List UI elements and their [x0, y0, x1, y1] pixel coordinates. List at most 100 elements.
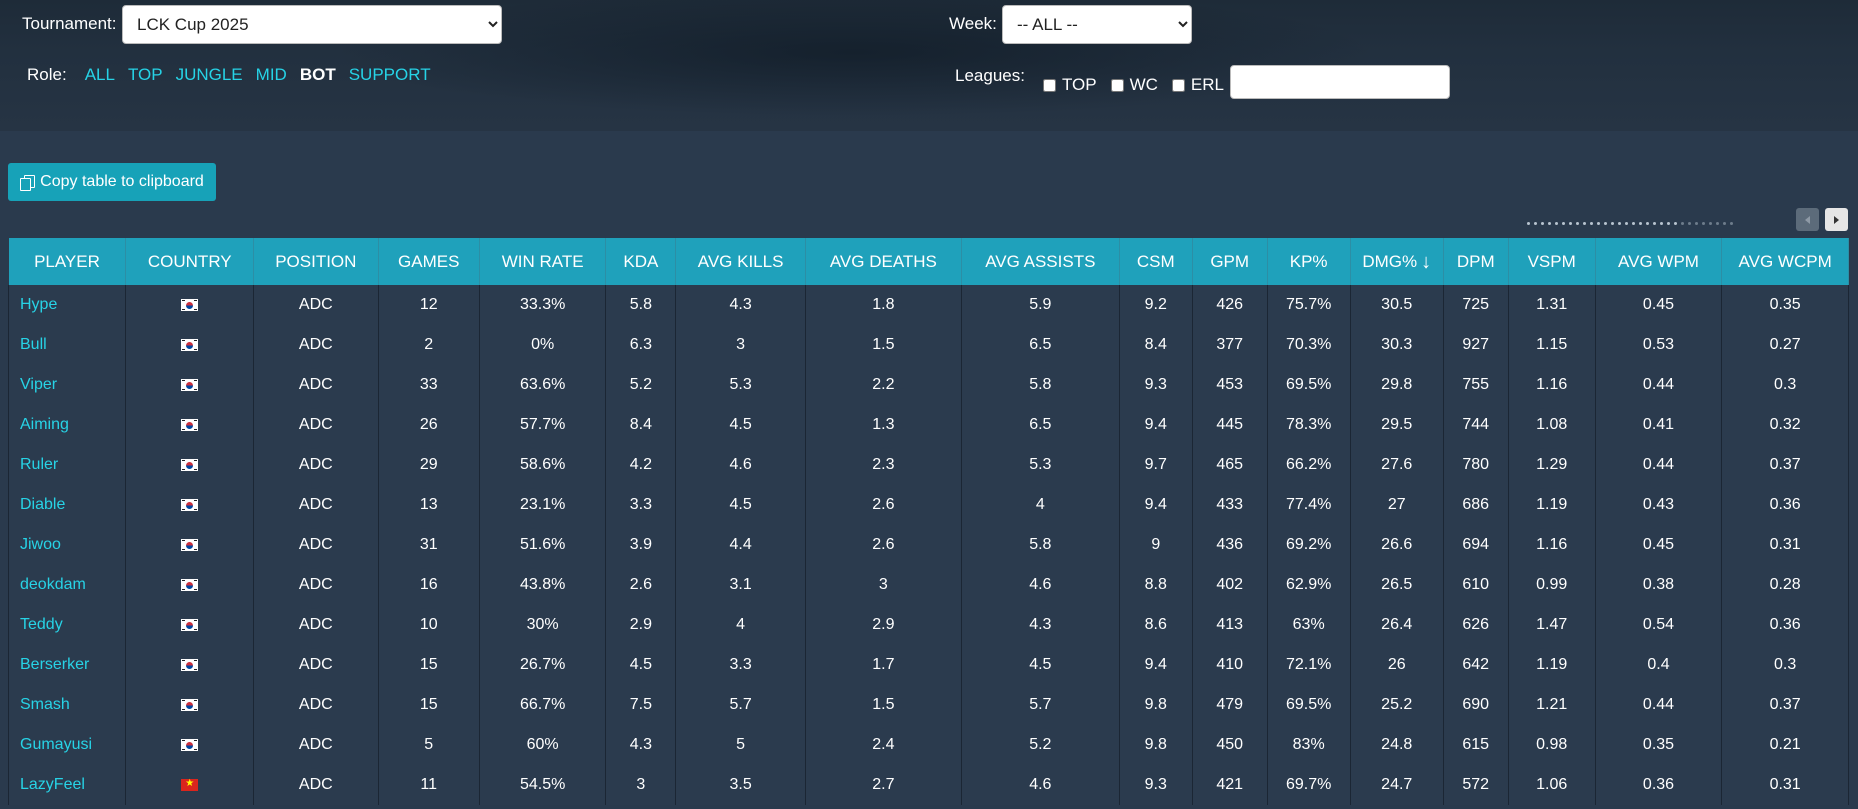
- scroll-left-button[interactable]: [1796, 208, 1819, 231]
- table-cell-avg-deaths: 2.4: [805, 725, 962, 765]
- role-all-link[interactable]: ALL: [85, 65, 115, 85]
- table-cell-gpm: 453: [1192, 365, 1268, 405]
- column-header-label: GPM: [1210, 251, 1250, 271]
- table-cell-position: ADC: [253, 325, 379, 365]
- league-top-option[interactable]: TOP: [1042, 75, 1097, 95]
- column-header-avg-deaths[interactable]: AVG DEATHS: [805, 238, 962, 285]
- league-top-checkbox[interactable]: [1042, 78, 1056, 92]
- table-cell-avg-assists: 4.6: [961, 765, 1120, 805]
- column-header-csm[interactable]: CSM: [1119, 238, 1193, 285]
- player-name-link[interactable]: LazyFeel: [7, 765, 127, 805]
- table-cell-avg-deaths: 2.9: [805, 605, 962, 645]
- table-cell-gpm: 445: [1192, 405, 1268, 445]
- role-bot-link[interactable]: BOT: [300, 65, 336, 85]
- player-name-link[interactable]: Bull: [7, 325, 127, 365]
- column-header-label: COUNTRY: [147, 251, 232, 271]
- table-cell-kp: 62.9%: [1267, 565, 1351, 605]
- player-name-link[interactable]: Berserker: [7, 645, 127, 685]
- table-cell-games: 29: [378, 445, 480, 485]
- column-header-dpm[interactable]: DPM: [1443, 238, 1509, 285]
- player-name-link[interactable]: Gumayusi: [7, 725, 127, 765]
- player-name-link[interactable]: Diable: [7, 485, 127, 525]
- column-header-country[interactable]: COUNTRY: [125, 238, 255, 285]
- table-cell-avg-wpm: 0.38: [1595, 565, 1723, 605]
- table-cell-csm: 9.4: [1119, 405, 1193, 445]
- role-mid-link[interactable]: MID: [256, 65, 287, 85]
- column-header-avg-wpm[interactable]: AVG WPM: [1595, 238, 1723, 285]
- column-header-win-rate[interactable]: WIN RATE: [479, 238, 607, 285]
- copy-table-button[interactable]: Copy table to clipboard: [8, 163, 216, 201]
- table-cell-csm: 9.7: [1119, 445, 1193, 485]
- league-erl-checkbox[interactable]: [1171, 78, 1185, 92]
- column-header-kp[interactable]: KP%: [1267, 238, 1351, 285]
- table-cell-avg-assists: 4.5: [961, 645, 1120, 685]
- player-name-link[interactable]: Ruler: [7, 445, 127, 485]
- week-select[interactable]: -- ALL --: [1002, 5, 1192, 44]
- column-header-avg-wcpm[interactable]: AVG WCPM: [1721, 238, 1849, 285]
- scroll-dot: [1583, 222, 1586, 225]
- role-top-link[interactable]: TOP: [128, 65, 163, 85]
- table-cell-kp: 69.5%: [1267, 365, 1351, 405]
- league-wc-checkbox[interactable]: [1110, 78, 1124, 92]
- leagues-filter: Leagues: TOP WC ERL: [955, 66, 1238, 95]
- table-cell-dmg: 25.2: [1350, 685, 1444, 725]
- table-cell-games: 33: [378, 365, 480, 405]
- table-cell-games: 12: [378, 285, 480, 325]
- scroll-dot: [1562, 222, 1565, 225]
- column-header-position[interactable]: POSITION: [253, 238, 379, 285]
- table-cell-position: ADC: [253, 445, 379, 485]
- table-cell-win-rate: 43.8%: [479, 565, 607, 605]
- table-cell-dpm: 694: [1443, 525, 1509, 565]
- table-cell-gpm: 413: [1192, 605, 1268, 645]
- column-header-player[interactable]: PLAYER: [8, 238, 127, 285]
- table-cell-csm: 8.8: [1119, 565, 1193, 605]
- table-cell-avg-deaths: 1.5: [805, 685, 962, 725]
- country-cell: [125, 285, 255, 325]
- column-header-kda[interactable]: KDA: [605, 238, 677, 285]
- column-header-gpm[interactable]: GPM: [1192, 238, 1268, 285]
- column-header-label: GAMES: [398, 251, 460, 271]
- table-cell-avg-kills: 3: [675, 325, 806, 365]
- table-row: Aiming ADC 26 57.7% 8.4 4.5 1.3 6.5 9.4 445 78.3% 2…: [7, 405, 1849, 445]
- table-cell-dmg: 26.4: [1350, 605, 1444, 645]
- scroll-dot: [1681, 222, 1684, 225]
- table-cell-position: ADC: [253, 765, 379, 805]
- column-header-avg-kills[interactable]: AVG KILLS: [675, 238, 806, 285]
- table-cell-avg-wcpm: 0.31: [1721, 765, 1849, 805]
- player-name-link[interactable]: Smash: [7, 685, 127, 725]
- tournament-select[interactable]: LCK Cup 2025: [122, 5, 502, 44]
- scroll-dot: [1639, 222, 1642, 225]
- league-search-input[interactable]: [1230, 65, 1450, 99]
- table-row: Berserker ADC 15 26.7% 4.5 3.3 1.7 4.5 9.4 410 72.…: [7, 645, 1849, 685]
- scroll-right-button[interactable]: [1825, 208, 1848, 231]
- table-cell-avg-wpm: 0.53: [1595, 325, 1723, 365]
- table-cell-kda: 6.3: [605, 325, 677, 365]
- player-name-link[interactable]: deokdam: [7, 565, 127, 605]
- table-cell-position: ADC: [253, 685, 379, 725]
- table-cell-avg-wcpm: 0.35: [1721, 285, 1849, 325]
- scroll-dot: [1625, 222, 1628, 225]
- table-cell-avg-wcpm: 0.27: [1721, 325, 1849, 365]
- player-name-link[interactable]: Viper: [7, 365, 127, 405]
- column-header-avg-assists[interactable]: AVG ASSISTS: [961, 238, 1120, 285]
- table-cell-win-rate: 58.6%: [479, 445, 607, 485]
- league-wc-option[interactable]: WC: [1110, 75, 1158, 95]
- column-header-games[interactable]: GAMES: [378, 238, 480, 285]
- vietnam-flag-icon: [181, 776, 199, 792]
- player-name-link[interactable]: Hype: [7, 285, 127, 325]
- player-name-link[interactable]: Teddy: [7, 605, 127, 645]
- table-row: Jiwoo ADC 31 51.6% 3.9 4.4 2.6 5.8 9 436 69.2% 26.6…: [7, 525, 1849, 565]
- column-header-dmg[interactable]: DMG% ↓: [1350, 238, 1444, 285]
- scroll-dot: [1555, 222, 1558, 225]
- player-name-link[interactable]: Aiming: [7, 405, 127, 445]
- role-support-link[interactable]: SUPPORT: [349, 65, 431, 85]
- table-cell-kp: 75.7%: [1267, 285, 1351, 325]
- role-jungle-link[interactable]: JUNGLE: [176, 65, 243, 85]
- league-erl-option[interactable]: ERL: [1171, 75, 1224, 95]
- column-header-vspm[interactable]: VSPM: [1508, 238, 1596, 285]
- player-name-link[interactable]: Jiwoo: [7, 525, 127, 565]
- column-header-label: CSM: [1136, 251, 1175, 271]
- table-cell-kda: 2.9: [605, 605, 677, 645]
- table-cell-vspm: 1.08: [1508, 405, 1596, 445]
- table-cell-games: 26: [378, 405, 480, 445]
